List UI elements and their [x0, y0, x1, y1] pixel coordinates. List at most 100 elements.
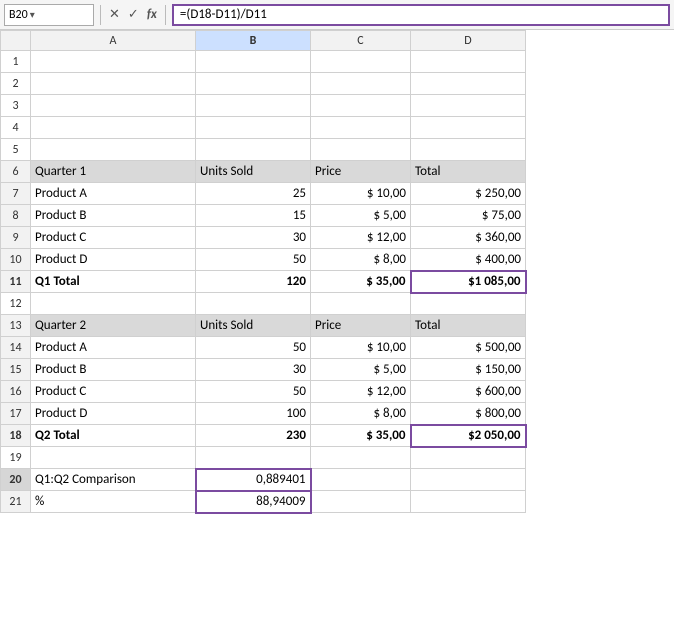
cell-B20[interactable]: 0,889401 — [196, 469, 311, 491]
name-box[interactable]: B20 ▾ — [4, 4, 94, 26]
cell-B16[interactable]: 50 — [196, 381, 311, 403]
cell-C12[interactable] — [311, 293, 411, 315]
cell-C5[interactable] — [311, 139, 411, 161]
cell-B7[interactable]: 25 — [196, 183, 311, 205]
cell-D15[interactable]: $ 150,00 — [411, 359, 526, 381]
cell-B11[interactable]: 120 — [196, 271, 311, 293]
cell-B4[interactable] — [196, 117, 311, 139]
cell-C4[interactable] — [311, 117, 411, 139]
cell-B6[interactable]: Units Sold — [196, 161, 311, 183]
cell-D12[interactable] — [411, 293, 526, 315]
cell-D6[interactable]: Total — [411, 161, 526, 183]
cell-D14[interactable]: $ 500,00 — [411, 337, 526, 359]
cell-C19[interactable] — [311, 447, 411, 469]
cell-D2[interactable] — [411, 73, 526, 95]
cell-A9[interactable]: Product C — [31, 227, 196, 249]
cell-B14[interactable]: 50 — [196, 337, 311, 359]
cell-B5[interactable] — [196, 139, 311, 161]
cell-A18[interactable]: Q2 Total — [31, 425, 196, 447]
row-header: 16 — [1, 381, 31, 403]
col-header-B[interactable]: B — [196, 31, 311, 51]
row-header: 18 — [1, 425, 31, 447]
cell-C16[interactable]: $ 12,00 — [311, 381, 411, 403]
formula-input[interactable] — [172, 4, 670, 26]
cell-D7[interactable]: $ 250,00 — [411, 183, 526, 205]
cell-B15[interactable]: 30 — [196, 359, 311, 381]
cell-A6[interactable]: Quarter 1 — [31, 161, 196, 183]
cell-D20[interactable] — [411, 469, 526, 491]
cell-C21[interactable] — [311, 491, 411, 513]
col-header-D[interactable]: D — [411, 31, 526, 51]
cell-C14[interactable]: $ 10,00 — [311, 337, 411, 359]
cell-A17[interactable]: Product D — [31, 403, 196, 425]
cell-A14[interactable]: Product A — [31, 337, 196, 359]
cell-C8[interactable]: $ 5,00 — [311, 205, 411, 227]
cell-C13[interactable]: Price — [311, 315, 411, 337]
cell-B21[interactable]: 88,94009 — [196, 491, 311, 513]
cell-A8[interactable]: Product B — [31, 205, 196, 227]
cell-B1[interactable] — [196, 51, 311, 73]
cell-A5[interactable] — [31, 139, 196, 161]
cell-A19[interactable] — [31, 447, 196, 469]
cell-C1[interactable] — [311, 51, 411, 73]
name-box-dropdown-icon[interactable]: ▾ — [30, 8, 35, 21]
cell-D3[interactable] — [411, 95, 526, 117]
cell-D16[interactable]: $ 600,00 — [411, 381, 526, 403]
cell-A16[interactable]: Product C — [31, 381, 196, 403]
cell-D19[interactable] — [411, 447, 526, 469]
cell-B19[interactable] — [196, 447, 311, 469]
cell-A11[interactable]: Q1 Total — [31, 271, 196, 293]
cell-B18[interactable]: 230 — [196, 425, 311, 447]
table-row: 16 Product C 50 $ 12,00 $ 600,00 — [1, 381, 526, 403]
cell-D1[interactable] — [411, 51, 526, 73]
formula-bar-divider2 — [165, 5, 166, 25]
fx-icon[interactable]: fx — [145, 7, 159, 22]
cell-A20[interactable]: Q1:Q2 Comparison — [31, 469, 196, 491]
cell-D11[interactable]: $1 085,00 — [411, 271, 526, 293]
cell-A1[interactable] — [31, 51, 196, 73]
cell-C17[interactable]: $ 8,00 — [311, 403, 411, 425]
cell-C20[interactable] — [311, 469, 411, 491]
cell-B9[interactable]: 30 — [196, 227, 311, 249]
cell-D13[interactable]: Total — [411, 315, 526, 337]
cell-C9[interactable]: $ 12,00 — [311, 227, 411, 249]
cell-A3[interactable] — [31, 95, 196, 117]
cell-A21[interactable]: % — [31, 491, 196, 513]
table-row: 5 — [1, 139, 526, 161]
cell-D4[interactable] — [411, 117, 526, 139]
cell-B3[interactable] — [196, 95, 311, 117]
confirm-icon[interactable]: ✓ — [126, 7, 141, 22]
cell-D5[interactable] — [411, 139, 526, 161]
cell-A10[interactable]: Product D — [31, 249, 196, 271]
cell-C10[interactable]: $ 8,00 — [311, 249, 411, 271]
cell-C7[interactable]: $ 10,00 — [311, 183, 411, 205]
cell-D17[interactable]: $ 800,00 — [411, 403, 526, 425]
cell-C18[interactable]: $ 35,00 — [311, 425, 411, 447]
cancel-icon[interactable]: ✕ — [107, 7, 122, 22]
cell-D8[interactable]: $ 75,00 — [411, 205, 526, 227]
cell-C11[interactable]: $ 35,00 — [311, 271, 411, 293]
cell-A4[interactable] — [31, 117, 196, 139]
cell-B17[interactable]: 100 — [196, 403, 311, 425]
cell-B2[interactable] — [196, 73, 311, 95]
cell-C2[interactable] — [311, 73, 411, 95]
cell-B12[interactable] — [196, 293, 311, 315]
cell-D10[interactable]: $ 400,00 — [411, 249, 526, 271]
cell-C15[interactable]: $ 5,00 — [311, 359, 411, 381]
cell-B13[interactable]: Units Sold — [196, 315, 311, 337]
cell-A2[interactable] — [31, 73, 196, 95]
cell-A12[interactable] — [31, 293, 196, 315]
col-header-A[interactable]: A — [31, 31, 196, 51]
cell-A13[interactable]: Quarter 2 — [31, 315, 196, 337]
cell-D18[interactable]: $2 050,00 — [411, 425, 526, 447]
cell-A15[interactable]: Product B — [31, 359, 196, 381]
cell-B8[interactable]: 15 — [196, 205, 311, 227]
cell-D9[interactable]: $ 360,00 — [411, 227, 526, 249]
col-header-C[interactable]: C — [311, 31, 411, 51]
table-row: 4 — [1, 117, 526, 139]
cell-C3[interactable] — [311, 95, 411, 117]
cell-A7[interactable]: Product A — [31, 183, 196, 205]
cell-C6[interactable]: Price — [311, 161, 411, 183]
cell-B10[interactable]: 50 — [196, 249, 311, 271]
cell-D21[interactable] — [411, 491, 526, 513]
